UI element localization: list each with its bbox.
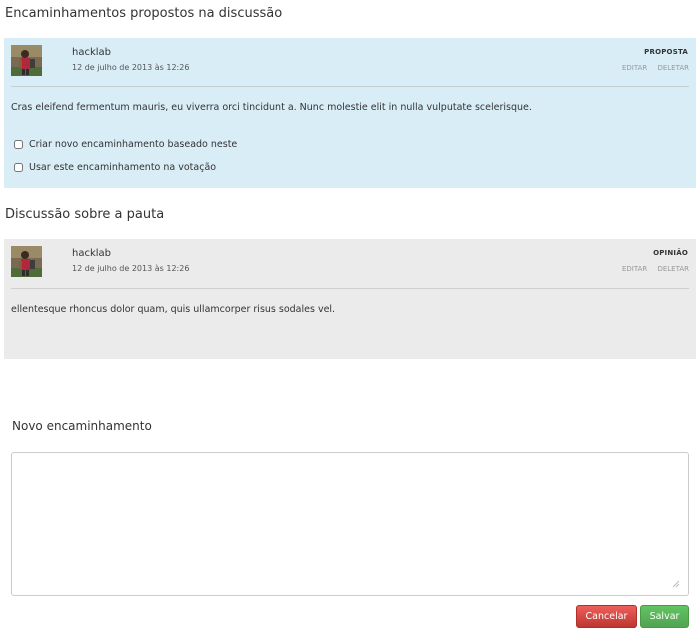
post-actions: EDITAR DELETAR (614, 64, 689, 72)
post-type-badge: PROPOSTA (644, 48, 688, 56)
post-actions: EDITAR DELETAR (614, 265, 689, 273)
post-type-badge: OPINIÃO (653, 249, 688, 257)
delete-link[interactable]: DELETAR (657, 265, 689, 273)
resize-grip-icon[interactable] (672, 580, 680, 588)
divider (11, 86, 689, 87)
opinion-card: hacklab 12 de julho de 2013 às 12:26 OPI… (4, 239, 696, 359)
use-in-vote-checkbox[interactable] (14, 163, 23, 172)
discussion-section-title: Discussão sobre a pauta (5, 207, 165, 222)
avatar[interactable] (11, 45, 42, 76)
edit-link[interactable]: EDITAR (622, 64, 647, 72)
author-name[interactable]: hacklab (72, 47, 111, 58)
avatar[interactable] (11, 246, 42, 277)
post-date: 12 de julho de 2013 às 12:26 (72, 264, 190, 273)
create-proposal-label: Criar novo encaminhamento baseado neste (29, 139, 238, 150)
avatar-image-icon (11, 45, 42, 76)
post-text: Cras eleifend fermentum mauris, eu viver… (11, 102, 532, 113)
create-proposal-checkbox[interactable] (14, 140, 23, 149)
cancel-button[interactable]: Cancelar (576, 605, 637, 628)
use-in-vote-option[interactable]: Usar este encaminhamento na votação (14, 162, 216, 173)
use-in-vote-label: Usar este encaminhamento na votação (29, 162, 217, 173)
edit-link[interactable]: EDITAR (622, 265, 647, 273)
new-proposal-label: Novo encaminhamento (12, 419, 152, 433)
save-button[interactable]: Salvar (640, 605, 689, 628)
post-text: ellentesque rhoncus dolor quam, quis ull… (11, 304, 336, 315)
new-proposal-textarea[interactable] (11, 452, 689, 596)
post-date: 12 de julho de 2013 às 12:26 (72, 63, 190, 72)
divider (11, 288, 689, 289)
create-proposal-option[interactable]: Criar novo encaminhamento baseado neste (14, 139, 237, 150)
avatar-image-icon (11, 246, 42, 277)
proposals-section-title: Encaminhamentos propostos na discussão (5, 6, 283, 21)
delete-link[interactable]: DELETAR (657, 64, 689, 72)
proposal-card: hacklab 12 de julho de 2013 às 12:26 PRO… (4, 38, 696, 188)
author-name[interactable]: hacklab (72, 248, 111, 259)
